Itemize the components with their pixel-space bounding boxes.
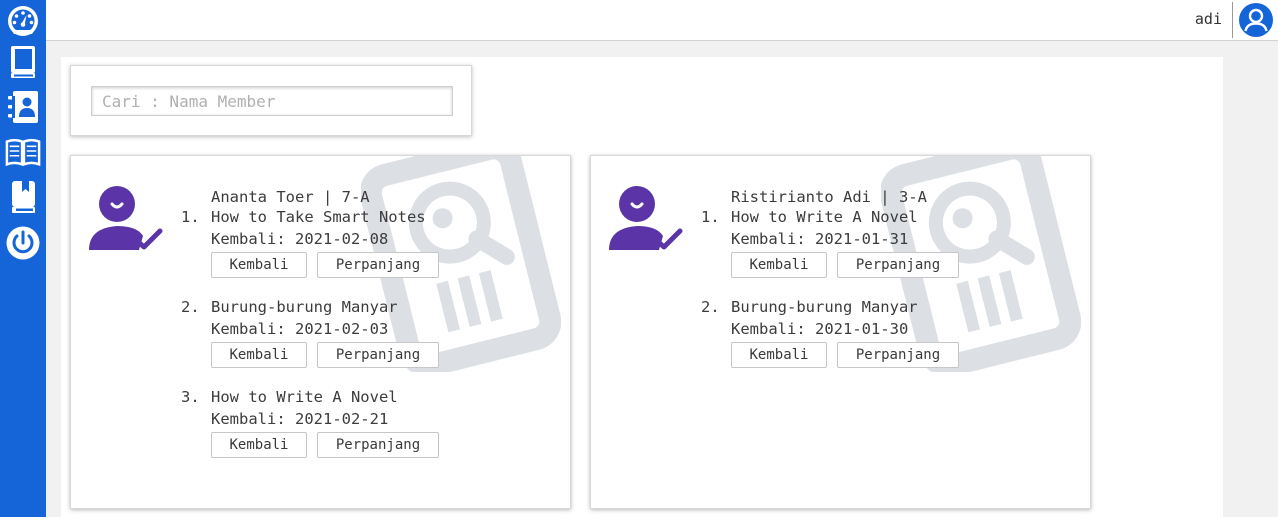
loan-title: Burung-burung Manyar xyxy=(731,298,918,316)
sidebar-item-books[interactable] xyxy=(5,44,41,80)
sidebar-item-logout[interactable] xyxy=(5,225,41,261)
loan-due-date: Kembali: 2021-02-03 xyxy=(211,320,389,338)
speedometer-icon xyxy=(8,6,38,36)
extend-button[interactable]: Perpanjang xyxy=(317,252,439,278)
loan-due-date: Kembali: 2021-02-21 xyxy=(211,410,389,428)
member-check-icon xyxy=(89,186,163,250)
main-content: Ananta Toer | 7-A 1. How to Take Smart N… xyxy=(61,57,1223,517)
book-icon xyxy=(11,46,35,78)
topbar: adi xyxy=(46,0,1278,41)
power-icon xyxy=(6,226,40,260)
loan-item: 2. Burung-burung Manyar Kembali: 2021-02… xyxy=(181,298,541,384)
return-button[interactable]: Kembali xyxy=(211,432,307,458)
return-button[interactable]: Kembali xyxy=(731,252,827,278)
user-circle-icon xyxy=(1239,3,1273,37)
member-check-icon xyxy=(609,186,683,250)
member-name-class: Ristirianto Adi | 3-A xyxy=(731,188,927,206)
sidebar xyxy=(0,0,46,517)
loan-due-date: Kembali: 2021-02-08 xyxy=(211,230,389,248)
return-button[interactable]: Kembali xyxy=(731,342,827,368)
user-avatar-button[interactable] xyxy=(1238,2,1274,38)
loan-number: 1. xyxy=(701,208,720,226)
loan-title: How to Write A Novel xyxy=(211,388,398,406)
return-button[interactable]: Kembali xyxy=(211,342,307,368)
member-name-class: Ananta Toer | 7-A xyxy=(211,188,370,206)
return-button[interactable]: Kembali xyxy=(211,252,307,278)
loan-title: How to Write A Novel xyxy=(731,208,918,226)
loan-item: 1. How to Take Smart Notes Kembali: 2021… xyxy=(181,208,541,294)
sidebar-item-loans[interactable] xyxy=(5,134,41,170)
loan-number: 1. xyxy=(181,208,200,226)
loan-title: Burung-burung Manyar xyxy=(211,298,398,316)
sidebar-item-members[interactable] xyxy=(5,89,41,125)
loan-item: 1. How to Write A Novel Kembali: 2021-01… xyxy=(701,208,1061,294)
loan-number: 2. xyxy=(181,298,200,316)
loan-item: 2. Burung-burung Manyar Kembali: 2021-01… xyxy=(701,298,1061,384)
sidebar-item-returns[interactable] xyxy=(5,179,41,215)
search-card xyxy=(70,65,472,136)
username-label: adi xyxy=(1194,10,1222,28)
search-input[interactable] xyxy=(91,86,453,116)
loan-due-date: Kembali: 2021-01-30 xyxy=(731,320,909,338)
open-book-icon xyxy=(5,138,41,167)
loan-number: 3. xyxy=(181,388,200,406)
extend-button[interactable]: Perpanjang xyxy=(317,342,439,368)
loan-item: 3. How to Write A Novel Kembali: 2021-02… xyxy=(181,388,541,474)
topbar-divider xyxy=(1232,2,1233,38)
loan-number: 2. xyxy=(701,298,720,316)
extend-button[interactable]: Perpanjang xyxy=(317,432,439,458)
loan-title: How to Take Smart Notes xyxy=(211,208,426,226)
sidebar-item-dashboard[interactable] xyxy=(5,2,41,38)
loan-due-date: Kembali: 2021-01-31 xyxy=(731,230,909,248)
member-card: Ristirianto Adi | 3-A 1. How to Write A … xyxy=(590,155,1091,509)
contact-book-icon xyxy=(8,91,38,123)
extend-button[interactable]: Perpanjang xyxy=(837,252,959,278)
member-card: Ananta Toer | 7-A 1. How to Take Smart N… xyxy=(70,155,571,509)
bookmark-book-icon xyxy=(12,181,35,213)
extend-button[interactable]: Perpanjang xyxy=(837,342,959,368)
